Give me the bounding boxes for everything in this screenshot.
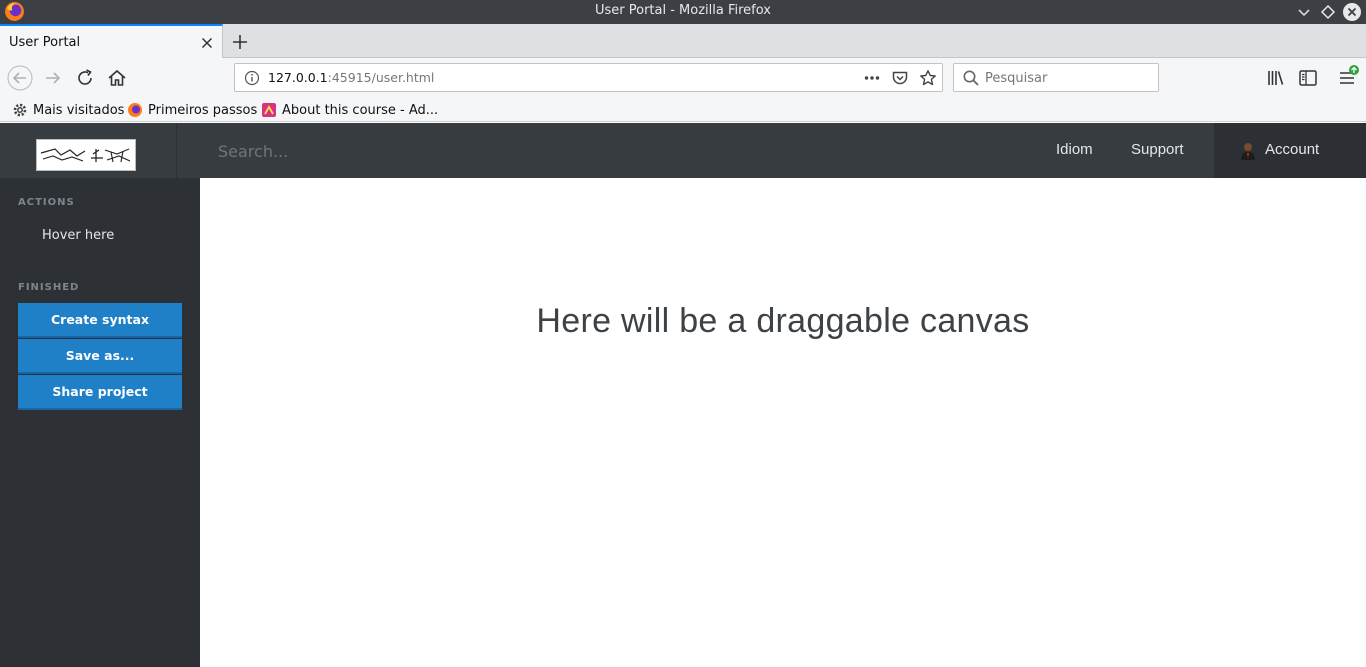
bookmark-label: Mais visitados (33, 102, 125, 118)
maximize-icon[interactable] (1318, 2, 1338, 22)
window-title: User Portal - Mozilla Firefox (594, 3, 772, 18)
url-bar[interactable]: 127.0.0.1:45915/user.html (234, 63, 943, 92)
tab-label: User Portal (9, 35, 81, 50)
canvas-area[interactable]: Here will be a draggable canvas (200, 178, 1366, 667)
tab-strip: User Portal (0, 24, 1366, 58)
share-project-button[interactable]: Share project (18, 375, 182, 410)
nav-idiom[interactable]: Idiom (1056, 141, 1093, 158)
app-logo[interactable] (36, 139, 136, 171)
gear-icon (13, 103, 27, 117)
close-tab-icon[interactable] (199, 35, 215, 51)
app-search-input[interactable] (200, 135, 600, 167)
page-actions-icon[interactable] (863, 69, 881, 87)
library-icon[interactable] (1265, 67, 1287, 89)
new-tab-icon[interactable] (229, 31, 251, 53)
bookmark-star-icon[interactable] (919, 69, 937, 87)
back-icon[interactable] (7, 65, 33, 91)
reload-icon[interactable] (74, 67, 96, 89)
finished-section-title: FINISHED (18, 282, 80, 293)
header-divider (176, 123, 177, 178)
bookmark-most-visited[interactable]: Mais visitados (12, 101, 124, 119)
account-label: Account (1265, 141, 1320, 158)
window-titlebar: User Portal - Mozilla Firefox (0, 0, 1366, 24)
url-host: 127.0.0.1 (268, 70, 328, 85)
canvas-placeholder-text: Here will be a draggable canvas (536, 302, 1030, 340)
course-site-icon (262, 103, 276, 117)
browser-search-bar[interactable] (953, 63, 1159, 92)
firefox-icon (128, 103, 142, 117)
forward-icon[interactable] (42, 67, 64, 89)
create-syntax-button[interactable]: Create syntax (18, 303, 182, 338)
account-menu[interactable]: Account (1214, 123, 1366, 178)
navigation-toolbar: 127.0.0.1:45915/user.html (0, 58, 1366, 98)
bookmarks-toolbar: Mais visitados Primeiros passos About th… (0, 98, 1366, 122)
sidebar: ACTIONS Hover here FINISHED Create synta… (0, 178, 200, 667)
search-icon (963, 70, 979, 86)
bookmark-about-course[interactable]: About this course - Ad... (261, 101, 438, 119)
pocket-icon[interactable] (891, 69, 909, 87)
app-header: Idiom Support Account (0, 123, 1366, 178)
home-icon[interactable] (106, 67, 128, 89)
bookmark-getting-started[interactable]: Primeiros passos (127, 101, 257, 119)
bookmark-label: Primeiros passos (148, 102, 258, 118)
actions-section-title: ACTIONS (18, 197, 75, 208)
url-path: :45915/user.html (327, 70, 435, 85)
sidebar-toggle-icon[interactable] (1297, 67, 1319, 89)
hover-here-link[interactable]: Hover here (42, 228, 114, 243)
browser-search-input[interactable] (985, 68, 1150, 88)
site-info-icon[interactable] (244, 70, 260, 86)
close-window-icon[interactable] (1342, 2, 1362, 22)
nav-support[interactable]: Support (1131, 141, 1184, 158)
save-as-button[interactable]: Save as... (18, 339, 182, 374)
logo-sketch-icon (40, 148, 131, 163)
minimize-icon[interactable] (1294, 2, 1314, 22)
user-avatar-icon (1241, 143, 1255, 160)
browser-tab[interactable]: User Portal (0, 24, 223, 58)
bookmark-label: About this course - Ad... (282, 102, 439, 118)
menu-update-icon[interactable] (1336, 64, 1362, 90)
url-text[interactable]: 127.0.0.1:45915/user.html (268, 70, 434, 85)
